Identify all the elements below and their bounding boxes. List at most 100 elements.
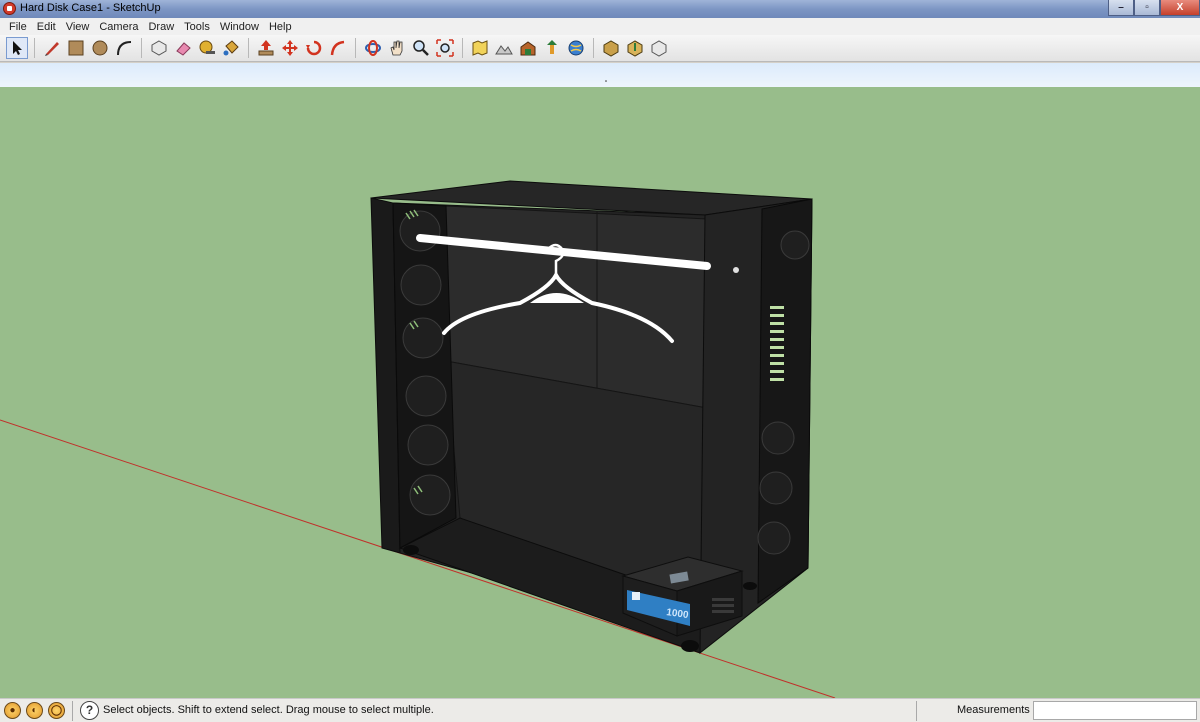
- credits-icon[interactable]: ◐: [26, 702, 43, 719]
- fan-icon: [780, 230, 810, 260]
- zoom-extents-tool[interactable]: [434, 37, 456, 59]
- tape-measure-icon: [199, 40, 215, 54]
- get-models-tool[interactable]: [517, 37, 539, 59]
- close-button[interactable]: X: [1160, 0, 1200, 16]
- psu-logo-icon: [632, 592, 640, 600]
- orbit-tool[interactable]: [362, 37, 384, 59]
- share-icon: [547, 40, 557, 54]
- component-icon: [151, 40, 167, 56]
- model-viewport[interactable]: 1000: [0, 63, 1200, 698]
- toolbar-separator: [462, 38, 463, 58]
- menu-edit[interactable]: Edit: [32, 21, 61, 33]
- move-icon: [282, 40, 298, 56]
- paint-bucket-tool[interactable]: [220, 37, 242, 59]
- arrow-icon: [13, 41, 22, 55]
- eraser-tool[interactable]: [172, 37, 194, 59]
- status-divider: [916, 701, 917, 721]
- pan-tool[interactable]: [386, 37, 408, 59]
- toolbar-separator: [248, 38, 249, 58]
- get-components-tool[interactable]: [600, 37, 622, 59]
- select-tool[interactable]: [6, 37, 28, 59]
- menu-help[interactable]: Help: [264, 21, 297, 33]
- rotate-icon: [306, 40, 322, 56]
- add-location-tool[interactable]: [469, 37, 491, 59]
- toolbar-separator: [34, 38, 35, 58]
- magnifier-icon: [413, 40, 429, 56]
- circle-icon: [92, 40, 108, 56]
- menu-file[interactable]: File: [4, 21, 32, 33]
- status-bar: ● ◐ ◯ ? Select objects. Shift to extend …: [0, 698, 1200, 722]
- pencil-icon: [45, 42, 59, 56]
- sketchup-window: Hard Disk Case1 - SketchUp – ▫ X File Ed…: [0, 0, 1200, 722]
- scene-canvas: 1000: [0, 63, 1200, 698]
- fan-icon: [407, 424, 449, 466]
- rectangle-icon: [68, 40, 84, 56]
- line-tool[interactable]: [41, 37, 63, 59]
- menu-bar: File Edit View Camera Draw Tools Window …: [0, 18, 1200, 35]
- get-components-icon: [603, 40, 619, 57]
- minimize-button[interactable]: –: [1108, 0, 1134, 16]
- window-controls: – ▫ X: [1108, 0, 1200, 16]
- orbit-icon: [365, 40, 381, 56]
- measurements-label: Measurements: [957, 704, 1030, 716]
- sketchup-logo-icon: [3, 2, 16, 15]
- warehouse-icon: [520, 41, 536, 56]
- arc-tool[interactable]: [113, 37, 135, 59]
- follow-me-icon: [330, 40, 345, 56]
- map-icon: [472, 40, 488, 56]
- push-pull-icon: [258, 40, 274, 56]
- fan-icon: [759, 471, 793, 505]
- toolbar-separator: [141, 38, 142, 58]
- geolocation-icon[interactable]: ●: [4, 702, 21, 719]
- menu-window[interactable]: Window: [215, 21, 264, 33]
- fan-icon: [757, 521, 791, 555]
- zoom-tool[interactable]: [410, 37, 432, 59]
- case-foot: [681, 640, 699, 652]
- share-component-icon: [627, 40, 643, 57]
- fan-icon: [402, 317, 444, 359]
- help-icon[interactable]: ?: [80, 701, 99, 720]
- make-component-tool[interactable]: [148, 37, 170, 59]
- sky: [0, 63, 1200, 87]
- toggle-terrain-tool[interactable]: [493, 37, 515, 59]
- eraser-icon: [176, 42, 191, 56]
- right-lower-fans: [757, 421, 795, 555]
- fan-icon: [405, 375, 447, 417]
- menu-tools[interactable]: Tools: [179, 21, 215, 33]
- menu-draw[interactable]: Draw: [143, 21, 179, 33]
- maximize-button[interactable]: ▫: [1134, 0, 1160, 16]
- hand-icon: [390, 40, 403, 56]
- case-foot: [403, 545, 419, 555]
- move-tool[interactable]: [279, 37, 301, 59]
- follow-me-tool[interactable]: [327, 37, 349, 59]
- paint-bucket-icon: [223, 40, 239, 56]
- fan-icon: [399, 210, 441, 252]
- globe-icon: [568, 40, 584, 56]
- main-toolbar: [0, 35, 1200, 62]
- push-pull-tool[interactable]: [255, 37, 277, 59]
- arc-icon: [117, 41, 132, 56]
- menu-view[interactable]: View: [61, 21, 95, 33]
- rectangle-tool[interactable]: [65, 37, 87, 59]
- share-component-tool[interactable]: [624, 37, 646, 59]
- toolbar-separator: [593, 38, 594, 58]
- menu-camera[interactable]: Camera: [94, 21, 143, 33]
- tape-measure-tool[interactable]: [196, 37, 218, 59]
- extension-warehouse-tool[interactable]: [648, 37, 670, 59]
- circle-tool[interactable]: [89, 37, 111, 59]
- title-bar: Hard Disk Case1 - SketchUp – ▫ X: [0, 0, 1200, 18]
- camera-target-dot: [605, 80, 607, 82]
- user-icon[interactable]: ◯: [48, 702, 65, 719]
- rotate-tool[interactable]: [303, 37, 325, 59]
- share-model-tool[interactable]: [541, 37, 563, 59]
- toolbar-separator: [355, 38, 356, 58]
- measurements-input[interactable]: [1033, 701, 1197, 720]
- status-divider: [72, 701, 73, 721]
- zoom-extents-icon: [436, 39, 454, 57]
- preview-google-earth-tool[interactable]: [565, 37, 587, 59]
- fan-icon: [761, 421, 795, 455]
- window-title: Hard Disk Case1 - SketchUp: [20, 2, 161, 14]
- status-hint: Select objects. Shift to extend select. …: [103, 704, 434, 716]
- terrain-icon: [495, 45, 513, 55]
- psu-vent: [712, 598, 734, 613]
